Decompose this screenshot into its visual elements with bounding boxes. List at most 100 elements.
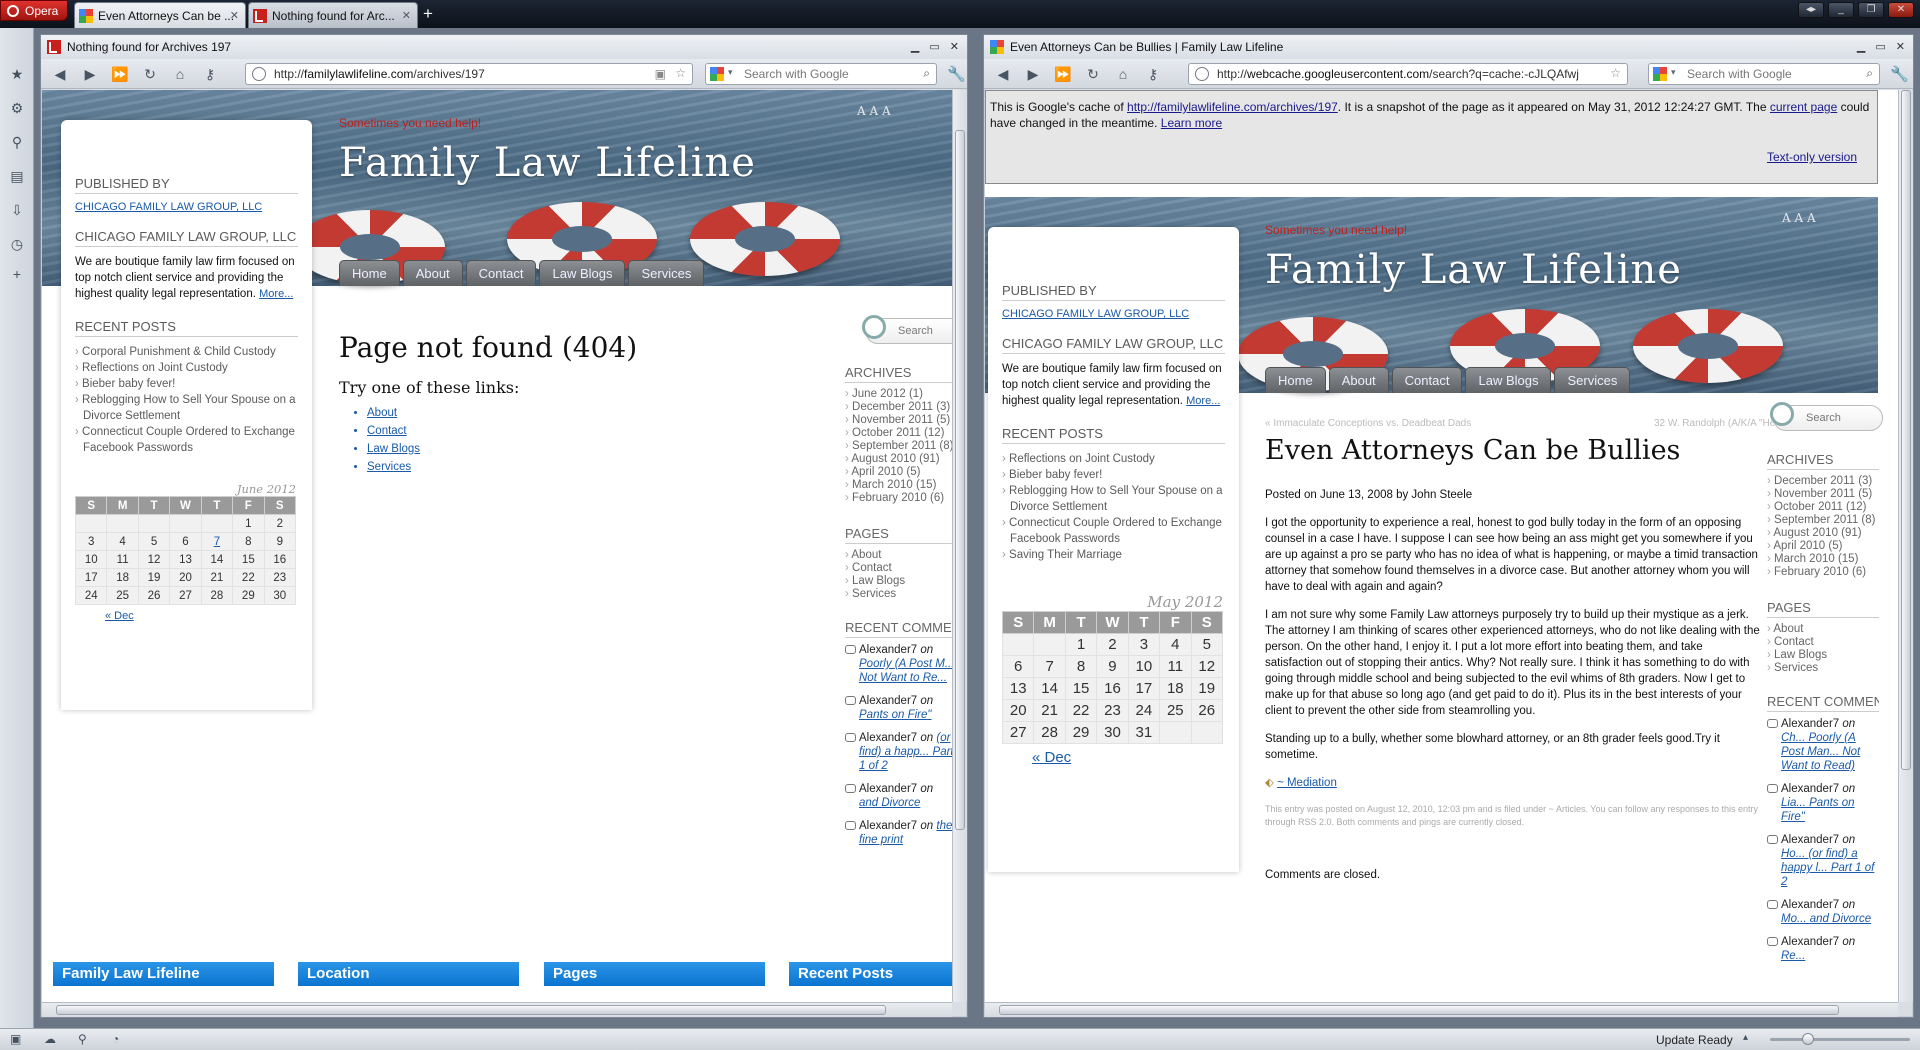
recent-post-link[interactable]: Connecticut Couple Ordered to Exchange F…	[1002, 515, 1225, 547]
fast-forward-icon[interactable]: ⏩	[111, 66, 129, 82]
maximize-icon[interactable]: ▭	[1875, 40, 1885, 53]
search-icon[interactable]: ⌕	[923, 66, 930, 81]
comment-post-link[interactable]: Mo... and Divorce	[1781, 913, 1871, 925]
minimize-button[interactable]: _	[1828, 2, 1854, 18]
text-only-link[interactable]: Text-only version	[1767, 149, 1857, 165]
archive-link[interactable]: October 2011 (12)	[1767, 501, 1879, 514]
view-options-icon[interactable]: ▴	[1743, 1032, 1748, 1043]
learn-more-link[interactable]: Learn more	[1161, 116, 1222, 130]
link-law-blogs[interactable]: Law Blogs	[367, 440, 420, 458]
recent-post-link[interactable]: Reblogging How to Sell Your Spouse on a …	[1002, 483, 1225, 515]
archive-link[interactable]: August 2010 (91)	[1767, 527, 1879, 540]
text-size-control[interactable]: A A A	[1782, 211, 1816, 225]
recent-post-link[interactable]: Connecticut Couple Ordered to Exchange F…	[75, 424, 298, 456]
key-icon[interactable]: ⚷	[201, 66, 219, 82]
page-link[interactable]: Contact	[845, 562, 952, 575]
cache-original-link[interactable]: http://familylawlifeline.com/archives/19…	[1127, 100, 1338, 114]
close-icon[interactable]: ✕	[950, 40, 959, 53]
history-icon[interactable]: ◷	[9, 236, 25, 252]
publisher-link[interactable]: CHICAGO FAMILY LAW GROUP, LLC	[1002, 308, 1225, 320]
comment-post-link[interactable]: Re...	[1781, 950, 1805, 962]
archive-link[interactable]: April 2010 (5)	[845, 466, 952, 479]
comment-post-link[interactable]: Lia... Pants on Fire"	[1781, 797, 1855, 823]
archive-link[interactable]: December 2011 (3)	[1767, 475, 1879, 488]
update-status[interactable]: Update Ready	[1656, 1033, 1733, 1047]
restore-button[interactable]: ❐	[1858, 2, 1884, 18]
reload-icon[interactable]: ↻	[141, 66, 159, 82]
bookmark-star-icon[interactable]: ☆	[1607, 66, 1621, 80]
key-icon[interactable]: ⚷	[1144, 66, 1162, 82]
zoom-slider-handle[interactable]	[1802, 1033, 1814, 1045]
publisher-link[interactable]: CHICAGO FAMILY LAW GROUP, LLC	[75, 201, 298, 213]
menu-home[interactable]: Home	[1265, 367, 1326, 393]
recent-post-link[interactable]: Saving Their Marriage	[1002, 547, 1225, 563]
archive-link[interactable]: June 2012 (1)	[845, 388, 952, 401]
archive-link[interactable]: October 2011 (12)	[845, 427, 952, 440]
comment-post-link[interactable]: Pants on Fire"	[859, 709, 931, 721]
tab-list-button[interactable]: ◂▸	[1798, 2, 1824, 18]
archive-link[interactable]: April 2010 (5)	[1767, 540, 1879, 553]
prev-post-link[interactable]: « Immaculate Conceptions vs. Deadbeat Da…	[1265, 418, 1471, 429]
search-engine-dropdown-icon[interactable]: ▾	[1671, 67, 1676, 78]
recent-post-link[interactable]: Bieber baby fever!	[75, 376, 298, 392]
archive-link[interactable]: November 2011 (5)	[1767, 488, 1879, 501]
calendar-prev-link[interactable]: « Dec	[105, 610, 298, 622]
close-icon[interactable]: ✕	[1896, 40, 1905, 53]
zoom-slider[interactable]	[1770, 1033, 1910, 1045]
back-icon[interactable]: ◀	[994, 66, 1012, 82]
new-tab-icon[interactable]: +	[423, 4, 433, 24]
comment-post-link[interactable]: Ch... Poorly (A Post Man... Not Want to …	[1781, 732, 1860, 772]
page-link[interactable]: Contact	[1767, 636, 1879, 649]
menu-home[interactable]: Home	[339, 260, 400, 286]
home-icon[interactable]: ⌂	[1114, 66, 1132, 82]
page-link[interactable]: Law Blogs	[845, 575, 952, 588]
recent-post-link[interactable]: Reflections on Joint Custody	[1002, 451, 1225, 467]
comment-post-link[interactable]: and Divorce	[859, 797, 920, 809]
notes-icon[interactable]: ▤	[9, 168, 25, 184]
calendar-prev-link[interactable]: « Dec	[1032, 749, 1225, 766]
archive-link[interactable]: September 2011 (8)	[1767, 514, 1879, 527]
gear-icon[interactable]: ⚙	[9, 100, 25, 116]
menu-services[interactable]: Services	[1554, 367, 1631, 393]
tab-close-icon[interactable]: ✕	[402, 9, 411, 22]
current-page-link[interactable]: current page	[1770, 100, 1837, 114]
menu-about[interactable]: About	[402, 260, 463, 286]
page-link[interactable]: Services	[1767, 662, 1879, 675]
turbo-icon[interactable]: ◔	[112, 1032, 119, 1046]
recent-post-link[interactable]: Reflections on Joint Custody	[75, 360, 298, 376]
address-field[interactable]: http://webcache.googleusercontent.com/se…	[1188, 63, 1628, 85]
scrollbar-thumb[interactable]	[999, 1005, 1839, 1015]
scrollbar-thumb[interactable]	[1901, 90, 1911, 770]
archive-link[interactable]: December 2011 (3)	[845, 401, 952, 414]
more-link[interactable]: More...	[1186, 395, 1220, 407]
search-field[interactable]: ▾ Search with Google ⌕	[1648, 63, 1880, 85]
archive-link[interactable]: September 2011 (8)	[845, 440, 952, 453]
search-icon[interactable]: ⌕	[1866, 66, 1873, 81]
close-window-button[interactable]: ✕	[1888, 2, 1914, 18]
cloud-icon[interactable]: ☁	[44, 1032, 56, 1046]
unite-icon[interactable]: ⚲	[78, 1032, 87, 1046]
panel-toggle-icon[interactable]: ▣	[10, 1032, 21, 1046]
page-link[interactable]: Law Blogs	[1767, 649, 1879, 662]
recent-post-link[interactable]: Bieber baby fever!	[1002, 467, 1225, 483]
recent-post-link[interactable]: Reblogging How to Sell Your Spouse on a …	[75, 392, 298, 424]
archive-link[interactable]: February 2010 (6)	[845, 492, 952, 505]
vertical-scrollbar[interactable]	[952, 90, 967, 1002]
add-panel-icon[interactable]: +	[9, 266, 25, 282]
forward-icon[interactable]: ▶	[81, 66, 99, 82]
archive-link[interactable]: August 2010 (91)	[845, 453, 952, 466]
menu-contact[interactable]: Contact	[465, 260, 537, 286]
home-icon[interactable]: ⌂	[171, 66, 189, 82]
horizontal-scrollbar[interactable]	[42, 1002, 952, 1017]
tab-even-attorneys[interactable]: Even Attorneys Can be ... ✕	[74, 2, 246, 28]
page-link[interactable]: Services	[845, 588, 952, 601]
scrollbar-thumb[interactable]	[955, 130, 965, 830]
text-size-control[interactable]: A A A	[857, 104, 891, 118]
wrench-icon[interactable]: 🔧	[1890, 65, 1909, 83]
site-search-input[interactable]: Search	[1770, 402, 1883, 431]
maximize-icon[interactable]: ▭	[929, 40, 939, 53]
menu-law-blogs[interactable]: Law Blogs	[1465, 367, 1552, 393]
unite-icon[interactable]: ⚲	[9, 134, 25, 150]
opera-menu-button[interactable]: Opera	[0, 0, 68, 21]
menu-law-blogs[interactable]: Law Blogs	[539, 260, 626, 286]
